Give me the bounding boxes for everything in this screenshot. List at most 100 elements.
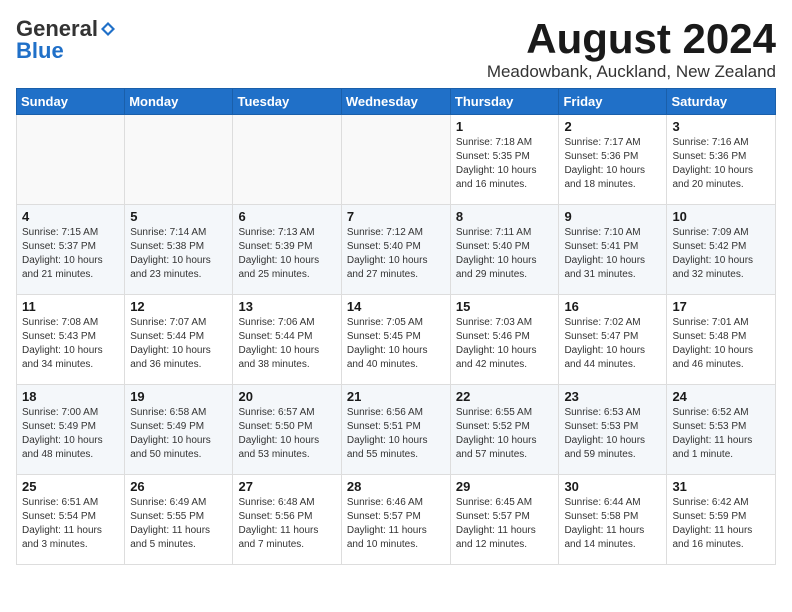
day-info-line: Daylight: 10 hours [238,345,319,356]
day-info-line: Daylight: 10 hours [456,345,537,356]
day-info: Sunrise: 7:08 AMSunset: 5:43 PMDaylight:… [22,316,119,372]
day-info-line: Daylight: 10 hours [238,435,319,446]
day-info-line: and 16 minutes. [456,179,527,190]
day-info-line: Sunset: 5:47 PM [564,331,638,342]
calendar-header-row: Sunday Monday Tuesday Wednesday Thursday… [17,89,776,115]
day-number: 20 [238,389,335,404]
day-info-line: and 38 minutes. [238,359,309,370]
day-info-line: Sunrise: 7:12 AM [347,227,423,238]
location-subtitle: Meadowbank, Auckland, New Zealand [487,62,776,82]
day-number: 19 [130,389,227,404]
day-info-line: Daylight: 11 hours [238,525,318,536]
day-info-line: and 27 minutes. [347,269,418,280]
day-info-line: and 53 minutes. [238,449,309,460]
day-info-line: and 14 minutes. [564,539,635,550]
day-number: 11 [22,299,119,314]
day-info-line: and 46 minutes. [672,359,743,370]
day-info-line: Sunrise: 6:53 AM [564,407,640,418]
day-info: Sunrise: 7:16 AMSunset: 5:36 PMDaylight:… [672,136,770,192]
table-row: 27Sunrise: 6:48 AMSunset: 5:56 PMDayligh… [233,475,341,565]
day-number: 14 [347,299,445,314]
day-info: Sunrise: 7:00 AMSunset: 5:49 PMDaylight:… [22,406,119,462]
day-number: 30 [564,479,661,494]
day-info-line: and 36 minutes. [130,359,201,370]
day-info-line: and 25 minutes. [238,269,309,280]
day-info: Sunrise: 7:18 AMSunset: 5:35 PMDaylight:… [456,136,554,192]
day-number: 3 [672,119,770,134]
day-info-line: Sunset: 5:38 PM [130,241,204,252]
day-number: 18 [22,389,119,404]
day-info-line: and 31 minutes. [564,269,635,280]
day-info-line: Daylight: 10 hours [672,165,753,176]
day-info-line: Sunrise: 7:13 AM [238,227,314,238]
day-info-line: Sunrise: 7:18 AM [456,137,532,148]
day-info: Sunrise: 6:55 AMSunset: 5:52 PMDaylight:… [456,406,554,462]
table-row [125,115,233,205]
table-row: 18 Sunrise: 7:00 AMSunset: 5:49 PMDayligh… [17,385,125,475]
day-info: Sunrise: 6:51 AMSunset: 5:54 PMDaylight:… [22,496,119,552]
day-number: 7 [347,209,445,224]
table-row: 25Sunrise: 6:51 AMSunset: 5:54 PMDayligh… [17,475,125,565]
day-info-line: and 21 minutes. [22,269,93,280]
day-info-line: Sunrise: 6:44 AM [564,497,640,508]
day-info-line: and 1 minute. [672,449,733,460]
day-info-line: Sunset: 5:58 PM [564,511,638,522]
col-monday: Monday [125,89,233,115]
day-info-line: Daylight: 10 hours [238,255,319,266]
day-info-line: and 34 minutes. [22,359,93,370]
col-sunday: Sunday [17,89,125,115]
day-number: 17 [672,299,770,314]
calendar-table: Sunday Monday Tuesday Wednesday Thursday… [16,88,776,565]
day-info: Sunrise: 6:46 AMSunset: 5:57 PMDaylight:… [347,496,445,552]
day-number: 26 [130,479,227,494]
day-info-line: Sunrise: 7:07 AM [130,317,206,328]
day-info-line: Sunrise: 6:56 AM [347,407,423,418]
day-number: 28 [347,479,445,494]
day-info-line: and 57 minutes. [456,449,527,460]
logo: General Blue [16,16,118,64]
day-info-line: Sunset: 5:46 PM [456,331,530,342]
day-info-line: Sunrise: 7:08 AM [22,317,98,328]
day-info-line: Sunrise: 6:42 AM [672,497,748,508]
day-info-line: Sunset: 5:36 PM [672,151,746,162]
day-info-line: Sunset: 5:42 PM [672,241,746,252]
calendar-week-5: 25Sunrise: 6:51 AMSunset: 5:54 PMDayligh… [17,475,776,565]
table-row: 15Sunrise: 7:03 AMSunset: 5:46 PMDayligh… [450,295,559,385]
day-info-line: Sunset: 5:59 PM [672,511,746,522]
col-wednesday: Wednesday [341,89,450,115]
table-row: 29Sunrise: 6:45 AMSunset: 5:57 PMDayligh… [450,475,559,565]
calendar-week-1: 1Sunrise: 7:18 AMSunset: 5:35 PMDaylight… [17,115,776,205]
day-number: 8 [456,209,554,224]
table-row: 22Sunrise: 6:55 AMSunset: 5:52 PMDayligh… [450,385,559,475]
day-info-line: Sunrise: 7:15 AM [22,227,98,238]
day-info-line: Daylight: 10 hours [564,255,645,266]
day-info-line: and 18 minutes. [564,179,635,190]
table-row: 17Sunrise: 7:01 AMSunset: 5:48 PMDayligh… [667,295,776,385]
day-info-line: and 44 minutes. [564,359,635,370]
day-info: Sunrise: 6:44 AMSunset: 5:58 PMDaylight:… [564,496,661,552]
day-info-line: Daylight: 10 hours [130,435,211,446]
table-row: 28 Sunrise: 6:46 AMSunset: 5:57 PMDayligh… [341,475,450,565]
day-info: Sunrise: 6:58 AMSunset: 5:49 PMDaylight:… [130,406,227,462]
col-thursday: Thursday [450,89,559,115]
day-info-line: Sunset: 5:40 PM [347,241,421,252]
day-info: Sunrise: 7:14 AMSunset: 5:38 PMDaylight:… [130,226,227,282]
day-info-line: Daylight: 11 hours [347,525,427,536]
day-info-line: Sunset: 5:57 PM [347,511,421,522]
day-info-line: and 50 minutes. [130,449,201,460]
day-info-line: Sunset: 5:45 PM [347,331,421,342]
day-number: 15 [456,299,554,314]
day-info-line: and 3 minutes. [22,539,88,550]
day-info: Sunrise: 7:02 AMSunset: 5:47 PMDaylight:… [564,316,661,372]
day-info-line: Sunrise: 7:17 AM [564,137,640,148]
day-info-line: Sunrise: 6:45 AM [456,497,532,508]
table-row: 8Sunrise: 7:11 AMSunset: 5:40 PMDaylight… [450,205,559,295]
day-info: Sunrise: 6:57 AMSunset: 5:50 PMDaylight:… [238,406,335,462]
table-row: 20 Sunrise: 6:57 AMSunset: 5:50 PMDayligh… [233,385,341,475]
day-info-line: Sunset: 5:41 PM [564,241,638,252]
day-info-line: Sunrise: 7:01 AM [672,317,748,328]
table-row: 19 Sunrise: 6:58 AMSunset: 5:49 PMDayligh… [125,385,233,475]
day-info-line: Sunset: 5:50 PM [238,421,312,432]
day-info-line: Daylight: 11 hours [672,525,752,536]
day-info-line: and 29 minutes. [456,269,527,280]
